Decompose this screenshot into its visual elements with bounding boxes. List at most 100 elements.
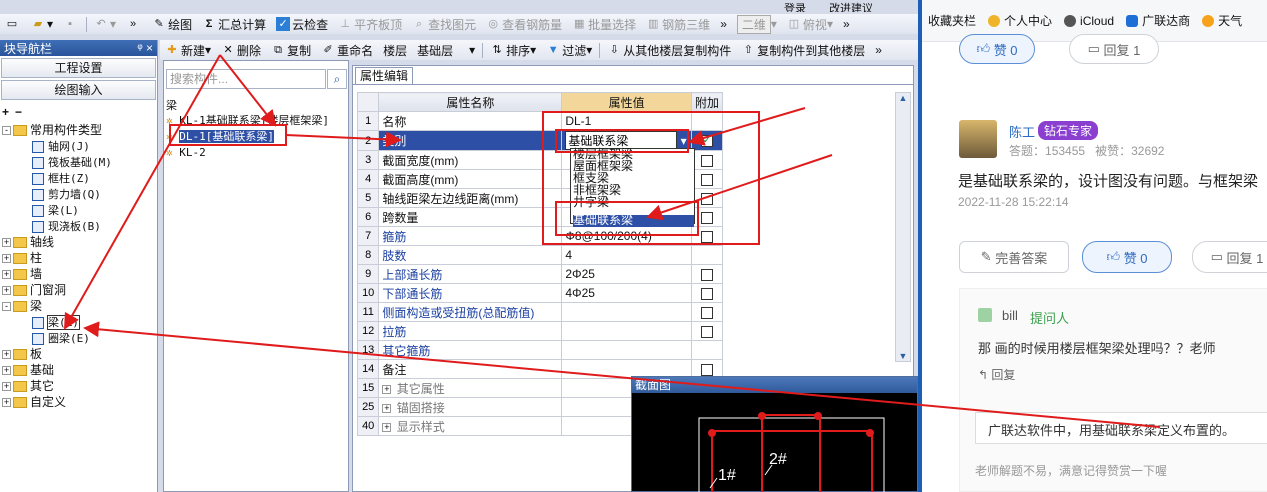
checkbox[interactable] bbox=[700, 173, 713, 186]
reply-top-button[interactable]: ▭ 回复 1 bbox=[1069, 34, 1159, 64]
view-rebar-button[interactable]: ◎ 查看钢筋量 bbox=[481, 14, 567, 34]
tree-node[interactable]: 梁(L) bbox=[0, 314, 157, 330]
property-value[interactable] bbox=[561, 302, 692, 322]
expand-toggle-icon[interactable]: + bbox=[382, 403, 392, 413]
dropdown-option[interactable]: 井字梁 bbox=[573, 196, 694, 209]
tree-node[interactable]: + 墙 bbox=[0, 266, 157, 282]
login-link[interactable]: 登录 bbox=[784, 3, 806, 12]
property-row[interactable]: 8 肢数 4 bbox=[356, 245, 724, 265]
batch-select-button[interactable]: ▦ 批量选择 bbox=[567, 14, 641, 34]
checkbox[interactable] bbox=[700, 325, 713, 338]
open-folder-icon[interactable]: ▰ ▾ bbox=[26, 14, 58, 34]
property-row[interactable]: 7 箍筋 Φ8@100/200(4) bbox=[356, 226, 724, 246]
expand-toggle-icon[interactable]: + bbox=[2, 350, 11, 360]
reply-link[interactable]: ↰ 回复 bbox=[978, 366, 1015, 383]
rebar-3d-button[interactable]: ▥ 钢筋三维 bbox=[641, 14, 715, 34]
bookmark-glodon[interactable]: 广联达商 bbox=[1120, 12, 1196, 29]
draw-button[interactable]: ✎ 绘图 bbox=[147, 14, 197, 34]
tree-node[interactable]: 圈梁(E) bbox=[0, 330, 157, 346]
answerer-name[interactable]: 陈工 bbox=[1009, 122, 1035, 141]
property-scrollbar[interactable]: ▲ ▼ bbox=[895, 92, 911, 362]
checkbox[interactable] bbox=[700, 154, 713, 167]
tab-property-edit[interactable]: 属性编辑 bbox=[355, 67, 414, 85]
search-input[interactable]: 搜索构件... bbox=[166, 69, 326, 89]
expand-toggle-icon[interactable]: + bbox=[382, 384, 392, 394]
checkbox[interactable] bbox=[700, 230, 713, 243]
tree-node[interactable]: 轴网(J) bbox=[0, 138, 157, 154]
filter-button[interactable]: ▼ 过滤 ▾ bbox=[541, 40, 597, 60]
tree-node[interactable]: + 轴线 bbox=[0, 234, 157, 250]
list-item[interactable]: ✲ KL-2 bbox=[166, 145, 346, 161]
checkbox[interactable] bbox=[700, 287, 713, 300]
property-value[interactable] bbox=[561, 340, 692, 360]
cloud-check-button[interactable]: ✓ 云检查 bbox=[271, 14, 333, 34]
property-value[interactable]: Φ8@100/200(4) bbox=[561, 226, 692, 246]
expand-toggle-icon[interactable]: + bbox=[2, 270, 11, 280]
collapse-all-icon[interactable]: − bbox=[15, 105, 22, 119]
expand-toggle-icon[interactable]: + bbox=[382, 422, 392, 432]
tree-node[interactable]: + 板 bbox=[0, 346, 157, 362]
checkbox[interactable] bbox=[700, 306, 713, 319]
like-button[interactable]: 👍︎ 赞 0 bbox=[1082, 241, 1172, 273]
property-add[interactable] bbox=[690, 264, 724, 284]
property-row[interactable]: 11 侧面构造或受扭筋(总配筋值) bbox=[356, 302, 724, 322]
avatar[interactable] bbox=[959, 120, 997, 158]
tree-node[interactable]: + 其它 bbox=[0, 378, 157, 394]
property-value[interactable]: 2Φ25 bbox=[561, 264, 692, 284]
property-value[interactable]: 4Φ25 bbox=[561, 283, 692, 303]
tree-node[interactable]: 框柱(Z) bbox=[0, 170, 157, 186]
copy-from-floor-button[interactable]: ⇩ 从其他楼层复制构件 bbox=[602, 40, 736, 60]
sort-button[interactable]: ⇅ 排序 ▾ bbox=[485, 40, 541, 60]
tree-node[interactable]: + 自定义 bbox=[0, 394, 157, 410]
tree-node[interactable]: - 常用构件类型 bbox=[0, 122, 157, 138]
view-2d-select[interactable]: 二维 ▾ bbox=[732, 14, 782, 34]
flat-plate-button[interactable]: ⊥ 平齐板顶 bbox=[333, 14, 407, 34]
save-icon[interactable]: ▪ bbox=[58, 14, 84, 34]
dropdown-arrow-icon[interactable]: ▾ bbox=[677, 134, 687, 148]
expand-toggle-icon[interactable]: + bbox=[2, 254, 11, 264]
list-item[interactable]: ✲ KL-1基础联系梁[楼层框架梁] bbox=[166, 113, 346, 129]
property-row[interactable]: 9 上部通长筋 2Φ25 bbox=[356, 264, 724, 284]
new-file-icon[interactable]: ▭ bbox=[0, 14, 26, 34]
expand-toggle-icon[interactable]: + bbox=[2, 238, 11, 248]
bookmark-favorites[interactable]: 收藏夹栏 bbox=[922, 12, 982, 29]
checkbox[interactable] bbox=[700, 211, 713, 224]
property-value[interactable]: DL-1 bbox=[561, 111, 692, 131]
category-dropdown[interactable]: 楼层框架梁 屋面框架梁 框支梁 非框架梁 井字梁 基础联系梁 bbox=[570, 148, 695, 227]
more-icon-3[interactable]: » bbox=[870, 40, 887, 60]
find-elem-button[interactable]: ⌕ 查找图元 bbox=[407, 14, 481, 34]
property-value[interactable]: 4 bbox=[561, 245, 692, 265]
expand-toggle-icon[interactable]: - bbox=[2, 126, 11, 136]
floor-select[interactable]: 基础层 ▾ bbox=[412, 40, 480, 60]
property-add[interactable] bbox=[690, 207, 724, 227]
property-row[interactable]: 12 拉筋 bbox=[356, 321, 724, 341]
perfect-answer-button[interactable]: ✎ 完善答案 bbox=[959, 241, 1069, 273]
bookmark-personal-center[interactable]: 个人中心 bbox=[982, 12, 1058, 29]
checkbox[interactable] bbox=[700, 268, 713, 281]
expand-toggle-icon[interactable]: + bbox=[2, 382, 11, 392]
more-icon-2[interactable]: » bbox=[838, 14, 855, 34]
property-add[interactable] bbox=[690, 302, 724, 322]
tree-node[interactable]: + 门窗洞 bbox=[0, 282, 157, 298]
delete-button[interactable]: ✕ 删除 bbox=[216, 40, 266, 60]
property-add[interactable] bbox=[690, 340, 724, 360]
bookmark-icloud[interactable]: iCloud bbox=[1058, 14, 1120, 28]
property-add[interactable] bbox=[690, 283, 724, 303]
project-settings-button[interactable]: 工程设置 bbox=[1, 58, 156, 78]
expand-toggle-icon[interactable]: + bbox=[2, 286, 11, 296]
feedback-link[interactable]: 改进建议 bbox=[829, 3, 873, 12]
property-row[interactable]: 1 名称 DL-1 bbox=[356, 111, 724, 131]
property-add[interactable] bbox=[690, 188, 724, 208]
close-icon[interactable]: × bbox=[146, 41, 153, 55]
property-add[interactable] bbox=[690, 169, 724, 189]
bookmark-weather[interactable]: 天气 bbox=[1196, 12, 1248, 29]
tree-node[interactable]: + 柱 bbox=[0, 250, 157, 266]
expand-toggle-icon[interactable]: + bbox=[2, 398, 11, 408]
draw-input-button[interactable]: 绘图输入 bbox=[1, 80, 156, 100]
property-add[interactable] bbox=[690, 321, 724, 341]
pin-icon[interactable]: ᵠ bbox=[137, 41, 142, 55]
property-row[interactable]: 10 下部通长筋 4Φ25 bbox=[356, 283, 724, 303]
like-top-button[interactable]: 👍︎ 赞 0 bbox=[959, 34, 1035, 64]
reply-button[interactable]: ▭ 回复 1 bbox=[1192, 241, 1267, 273]
more-icon[interactable]: » bbox=[715, 14, 732, 34]
